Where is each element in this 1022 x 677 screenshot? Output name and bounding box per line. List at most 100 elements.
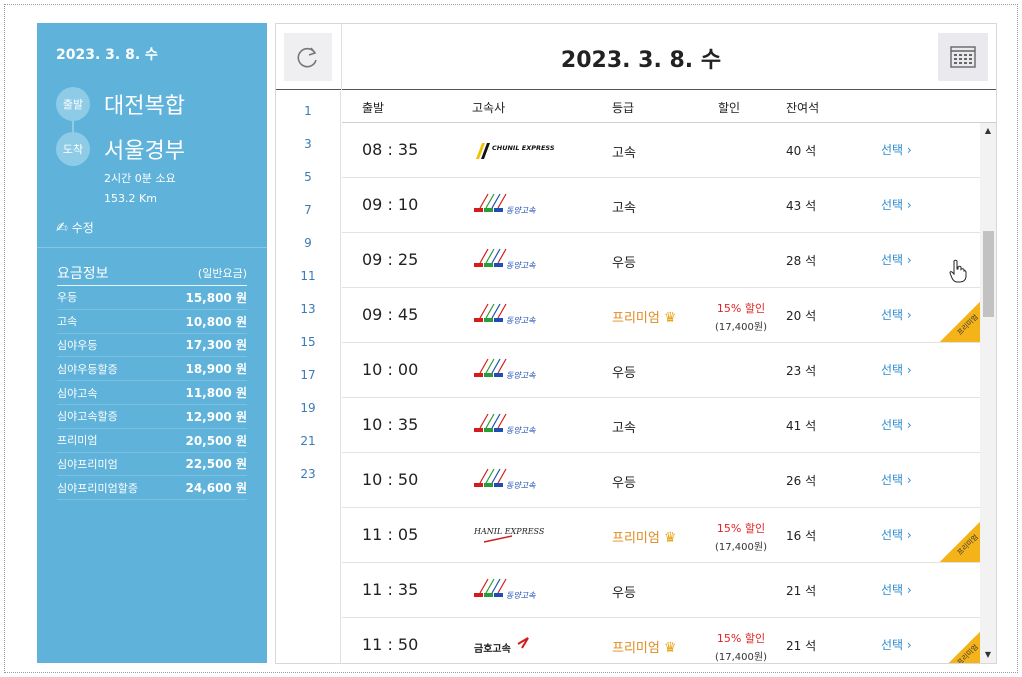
fare-row: 고속 10,800 원 bbox=[57, 310, 247, 334]
discount-info: 15% 할인 (17,400원) bbox=[706, 300, 776, 333]
dongyang-logo: 동양고속 bbox=[474, 248, 536, 270]
grade-label: 우등 bbox=[612, 252, 636, 271]
select-label: 선택 bbox=[881, 528, 904, 542]
hour-link[interactable]: 13 bbox=[276, 302, 340, 316]
select-label: 선택 bbox=[881, 253, 904, 267]
table-header: 출발 고속사 등급 할인 잔여석 bbox=[342, 91, 997, 123]
side-divider bbox=[37, 247, 267, 248]
header-discount: 할인 bbox=[718, 101, 741, 115]
hour-link[interactable]: 5 bbox=[276, 170, 340, 184]
dongyang-logo: 동양고속 bbox=[474, 358, 536, 380]
chevron-right-icon: › bbox=[903, 143, 912, 157]
select-button[interactable]: 선택 › bbox=[881, 141, 912, 158]
premium-tag-label: 프리미엄 bbox=[956, 643, 980, 663]
fare-name: 심야프리미엄 bbox=[57, 457, 118, 471]
schedule-list: 08 : 35 CHUNIL EXPRESS 고속 40 석 선택 › 09 : 10 동양… bbox=[342, 123, 980, 663]
edit-button[interactable]: ✍ 수정 bbox=[56, 219, 94, 236]
hour-link[interactable]: 1 bbox=[276, 104, 340, 118]
table-row: 11 : 35 동양고속 우등 21 석 선택 › bbox=[342, 563, 980, 618]
header-company: 고속사 bbox=[472, 101, 506, 115]
fare-row: 심야프리미엄할증 24,600 원 bbox=[57, 476, 247, 501]
hour-link[interactable]: 15 bbox=[276, 335, 340, 349]
grade-label: 프리미엄 ♛ bbox=[612, 307, 676, 326]
fare-header: 요금정보 (일반요금) bbox=[57, 260, 247, 286]
chevron-right-icon: › bbox=[903, 583, 912, 597]
trip-duration: 2시간 0분 소요 bbox=[104, 172, 176, 185]
hand-cursor-icon bbox=[949, 259, 967, 283]
remaining-seats: 21 석 bbox=[786, 639, 817, 653]
select-button[interactable]: 선택 › bbox=[881, 361, 912, 378]
grade-text: 우등 bbox=[612, 366, 636, 381]
fare-price: 24,600 원 bbox=[185, 481, 247, 496]
departure-terminal: 대전복합 bbox=[104, 94, 185, 119]
scroll-down-arrow-icon[interactable]: ▼ bbox=[980, 647, 996, 663]
departure-time: 09 : 25 bbox=[362, 250, 419, 269]
logo-text: 동양고속 bbox=[506, 316, 536, 325]
fare-price: 10,800 원 bbox=[185, 314, 247, 329]
calendar-button[interactable] bbox=[938, 33, 988, 81]
select-button[interactable]: 선택 › bbox=[881, 416, 912, 433]
logo-text: 동양고속 bbox=[506, 371, 536, 380]
route-info-panel: 2023. 3. 8. 수 출발 대전복합 도착 서울경부 2시간 0분 소요 … bbox=[37, 23, 267, 663]
grade-text: 프리미엄 bbox=[612, 311, 660, 326]
grade-text: 프리미엄 bbox=[612, 641, 660, 656]
logo-text: 동양고속 bbox=[506, 591, 536, 600]
table-row: 09 : 10 동양고속 고속 43 석 선택 › bbox=[342, 178, 980, 233]
calendar-icon bbox=[950, 46, 976, 68]
scroll-up-arrow-icon[interactable]: ▲ bbox=[980, 123, 996, 139]
fare-name: 심야고속 bbox=[57, 386, 98, 400]
chevron-right-icon: › bbox=[903, 528, 912, 542]
select-button[interactable]: 선택 › bbox=[881, 636, 912, 653]
premium-tag-label: 프리미엄 bbox=[956, 313, 980, 337]
grade-label: 고속 bbox=[612, 197, 636, 216]
hour-link[interactable]: 21 bbox=[276, 434, 340, 448]
grade-label: 프리미엄 ♛ bbox=[612, 637, 676, 656]
select-button[interactable]: 선택 › bbox=[881, 251, 912, 268]
logo-text: CHUNIL EXPRESS bbox=[492, 144, 555, 152]
fare-name: 우등 bbox=[57, 291, 78, 305]
hour-link[interactable]: 7 bbox=[276, 203, 340, 217]
hour-link[interactable]: 11 bbox=[276, 269, 340, 283]
departure-row: 출발 대전복합 bbox=[56, 87, 185, 121]
hour-link[interactable]: 3 bbox=[276, 137, 340, 151]
departure-time: 11 : 35 bbox=[362, 580, 419, 599]
hour-link[interactable]: 17 bbox=[276, 368, 340, 382]
table-row: 11 : 50 금호고속 프리미엄 ♛ 15% 할인 (17,400원) 21 석 선택 › 프… bbox=[342, 618, 980, 663]
fare-title: 요금정보 bbox=[57, 265, 109, 282]
select-label: 선택 bbox=[881, 473, 904, 487]
header-grade: 등급 bbox=[612, 101, 635, 115]
scroll-thumb[interactable] bbox=[983, 231, 994, 317]
select-button[interactable]: 선택 › bbox=[881, 306, 912, 323]
remaining-seats: 41 석 bbox=[786, 419, 817, 433]
fare-row: 심야고속 11,800 원 bbox=[57, 381, 247, 405]
logo-text: 동양고속 bbox=[506, 261, 536, 270]
select-button[interactable]: 선택 › bbox=[881, 581, 912, 598]
hour-link[interactable]: 23 bbox=[276, 467, 340, 481]
chevron-right-icon: › bbox=[903, 363, 912, 377]
remaining-seats: 28 석 bbox=[786, 254, 817, 268]
remaining-seats: 21 석 bbox=[786, 584, 817, 598]
logo-text: 동양고속 bbox=[506, 481, 536, 490]
logo-text: 동양고속 bbox=[506, 426, 536, 435]
remaining-seats: 43 석 bbox=[786, 199, 817, 213]
refresh-button[interactable] bbox=[284, 33, 332, 81]
grade-label: 우등 bbox=[612, 472, 636, 491]
hour-link[interactable]: 19 bbox=[276, 401, 340, 415]
header-time: 출발 bbox=[362, 101, 385, 115]
departure-time: 10 : 00 bbox=[362, 360, 419, 379]
premium-tag-label: 프리미엄 bbox=[956, 533, 980, 557]
dongyang-logo: 동양고속 bbox=[474, 413, 536, 435]
select-button[interactable]: 선택 › bbox=[881, 526, 912, 543]
scrollbar[interactable]: ▲ ▼ bbox=[980, 123, 996, 663]
timetable-panel: 2023. 3. 8. 수 1 3 5 7 9 11 13 15 17 19 2… bbox=[275, 23, 997, 664]
discount-price: (17,400원) bbox=[715, 652, 767, 663]
hour-link[interactable]: 9 bbox=[276, 236, 340, 250]
fare-subtitle: (일반요금) bbox=[197, 266, 247, 280]
select-button[interactable]: 선택 › bbox=[881, 196, 912, 213]
select-button[interactable]: 선택 › bbox=[881, 471, 912, 488]
departure-badge: 출발 bbox=[56, 87, 90, 121]
hour-column: 1 3 5 7 9 11 13 15 17 19 21 23 bbox=[276, 91, 341, 664]
chevron-right-icon: › bbox=[903, 473, 912, 487]
discount-percent: 15% 할인 bbox=[716, 632, 766, 645]
grade-text: 고속 bbox=[612, 146, 636, 161]
